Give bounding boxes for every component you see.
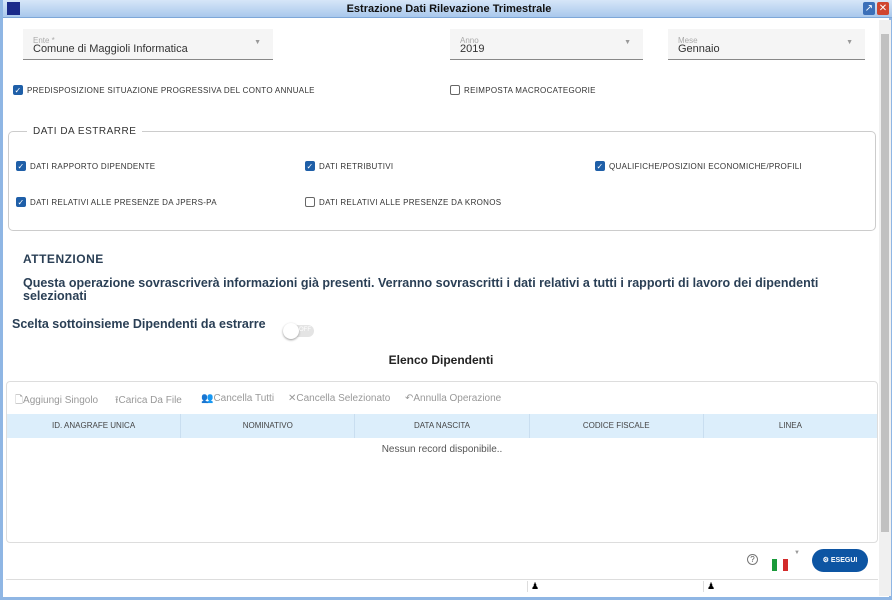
vertical-scrollbar[interactable] [879, 20, 891, 596]
maximize-icon[interactable]: ↗ [863, 2, 875, 15]
status-strip: ♟ ♟ [6, 579, 878, 595]
subset-toggle[interactable]: OFF [283, 323, 314, 339]
gears-icon: ⚙ [822, 557, 831, 564]
file-icon: 🗋 [15, 395, 24, 406]
check-icon: ✓ [595, 161, 605, 171]
check-icon: ✓ [16, 197, 26, 207]
check-icon: ✓ [13, 85, 23, 95]
mese-select[interactable]: Mese Gennaio ▼ [668, 29, 865, 60]
checkbox-label: DATI RETRIBUTIVI [319, 161, 394, 171]
cancella-tutti-button[interactable]: 👥Cancella Tutti [201, 393, 274, 404]
checkbox-label: DATI RAPPORTO DIPENDENTE [30, 161, 156, 171]
button-label: Cancella Selezionato [296, 393, 391, 404]
reimposta-checkbox[interactable]: REIMPOSTA MACROCATEGORIE [450, 85, 596, 95]
ente-value: Comune di Maggioli Informatica [33, 43, 188, 55]
presenze-kronos-checkbox[interactable]: DATI RELATIVI ALLE PRESENZE DA KRONOS [305, 197, 501, 207]
checkbox-label: PREDISPOSIZIONE SITUAZIONE PROGRESSIVA D… [27, 85, 315, 95]
qualifiche-checkbox[interactable]: ✓ QUALIFICHE/POSIZIONI ECONOMICHE/PROFILI [595, 161, 802, 171]
dati-rapporto-checkbox[interactable]: ✓ DATI RAPPORTO DIPENDENTE [16, 161, 155, 171]
mese-value: Gennaio [678, 43, 720, 55]
title-bar: Estrazione Dati Rilevazione Trimestrale … [3, 0, 892, 18]
dialog-window: Estrazione Dati Rilevazione Trimestrale … [0, 0, 892, 600]
esegui-button[interactable]: ⚙ ESEGUI [812, 549, 868, 572]
annulla-operazione-button[interactable]: ↶Annulla Operazione [405, 393, 501, 404]
presenze-jpers-checkbox[interactable]: ✓ DATI RELATIVI ALLE PRESENZE DA JPERS-PA [16, 197, 217, 207]
window-title: Estrazione Dati Rilevazione Trimestrale [346, 3, 552, 15]
cancella-selezionato-button[interactable]: ✕Cancella Selezionato [288, 393, 390, 404]
button-label: ESEGUI [830, 557, 858, 564]
anno-select[interactable]: Anno 2019 ▼ [450, 29, 643, 60]
chevron-down-icon: ▼ [846, 39, 853, 46]
checkbox-label: REIMPOSTA MACROCATEGORIE [464, 85, 596, 95]
grid-title: Elenco Dipendenti [388, 353, 494, 367]
empty-message: Nessun record disponibile.. [381, 444, 503, 455]
checkbox-box [450, 85, 460, 95]
check-icon: ✓ [16, 161, 26, 171]
toggle-state: OFF [299, 327, 311, 333]
anno-value: 2019 [460, 43, 485, 55]
column-header[interactable]: NOMINATIVO [181, 414, 356, 438]
user-icon: ♟ [703, 581, 715, 592]
warning-title: ATTENZIONE [23, 252, 104, 266]
carica-da-file-button[interactable]: ⭱Carica Da File [115, 393, 182, 410]
column-header[interactable]: CODICE FISCALE [530, 414, 704, 438]
language-dropdown-icon[interactable]: ▼ [794, 550, 800, 556]
chevron-down-icon: ▼ [254, 39, 261, 46]
aggiungi-singolo-button[interactable]: 🗋Aggiungi Singolo [15, 393, 98, 410]
close-icon[interactable]: ✕ [877, 2, 889, 15]
group-legend: DATI DA ESTRARRE [27, 126, 143, 137]
toggle-knob [283, 323, 299, 339]
dipendenti-grid: 🗋Aggiungi Singolo ⭱Carica Da File 👥Cance… [6, 381, 878, 543]
button-label: Cancella Tutti [213, 393, 275, 404]
column-header[interactable]: LINEA [704, 414, 877, 438]
warning-text: Questa operazione sovrascriverà informaz… [23, 276, 819, 303]
predisposizione-checkbox[interactable]: ✓ PREDISPOSIZIONE SITUAZIONE PROGRESSIVA … [13, 85, 315, 95]
button-label: Aggiungi Singolo [23, 395, 99, 406]
grid-header: ID. ANAGRAFE UNICA NOMINATIVO DATA NASCI… [7, 414, 877, 438]
column-header[interactable]: ID. ANAGRAFE UNICA [7, 414, 182, 438]
scrollbar-thumb[interactable] [881, 34, 889, 532]
checkbox-label: QUALIFICHE/POSIZIONI ECONOMICHE/PROFILI [609, 161, 803, 171]
chevron-down-icon: ▼ [624, 39, 631, 46]
italian-flag-icon[interactable] [772, 559, 788, 571]
dati-retributivi-checkbox[interactable]: ✓ DATI RETRIBUTIVI [305, 161, 393, 171]
help-icon[interactable]: ? [747, 554, 758, 565]
user-icon: ♟ [527, 581, 539, 592]
button-label: Carica Da File [118, 395, 182, 406]
ente-select[interactable]: Ente * Comune di Maggioli Informatica ▼ [23, 29, 273, 60]
check-icon: ✓ [305, 161, 315, 171]
checkbox-label: DATI RELATIVI ALLE PRESENZE DA JPERS-PA [30, 197, 217, 207]
checkbox-box [305, 197, 315, 207]
dati-da-estrarre-group: DATI DA ESTRARRE ✓ DATI RAPPORTO DIPENDEN… [8, 126, 876, 231]
column-header[interactable]: DATA NASCITA [355, 414, 530, 438]
checkbox-label: DATI RELATIVI ALLE PRESENZE DA KRONOS [319, 197, 502, 207]
users-icon: 👥 [201, 393, 214, 404]
subset-label: Scelta sottoinsieme Dipendenti da estrar… [12, 317, 266, 331]
button-label: Annulla Operazione [413, 393, 502, 404]
